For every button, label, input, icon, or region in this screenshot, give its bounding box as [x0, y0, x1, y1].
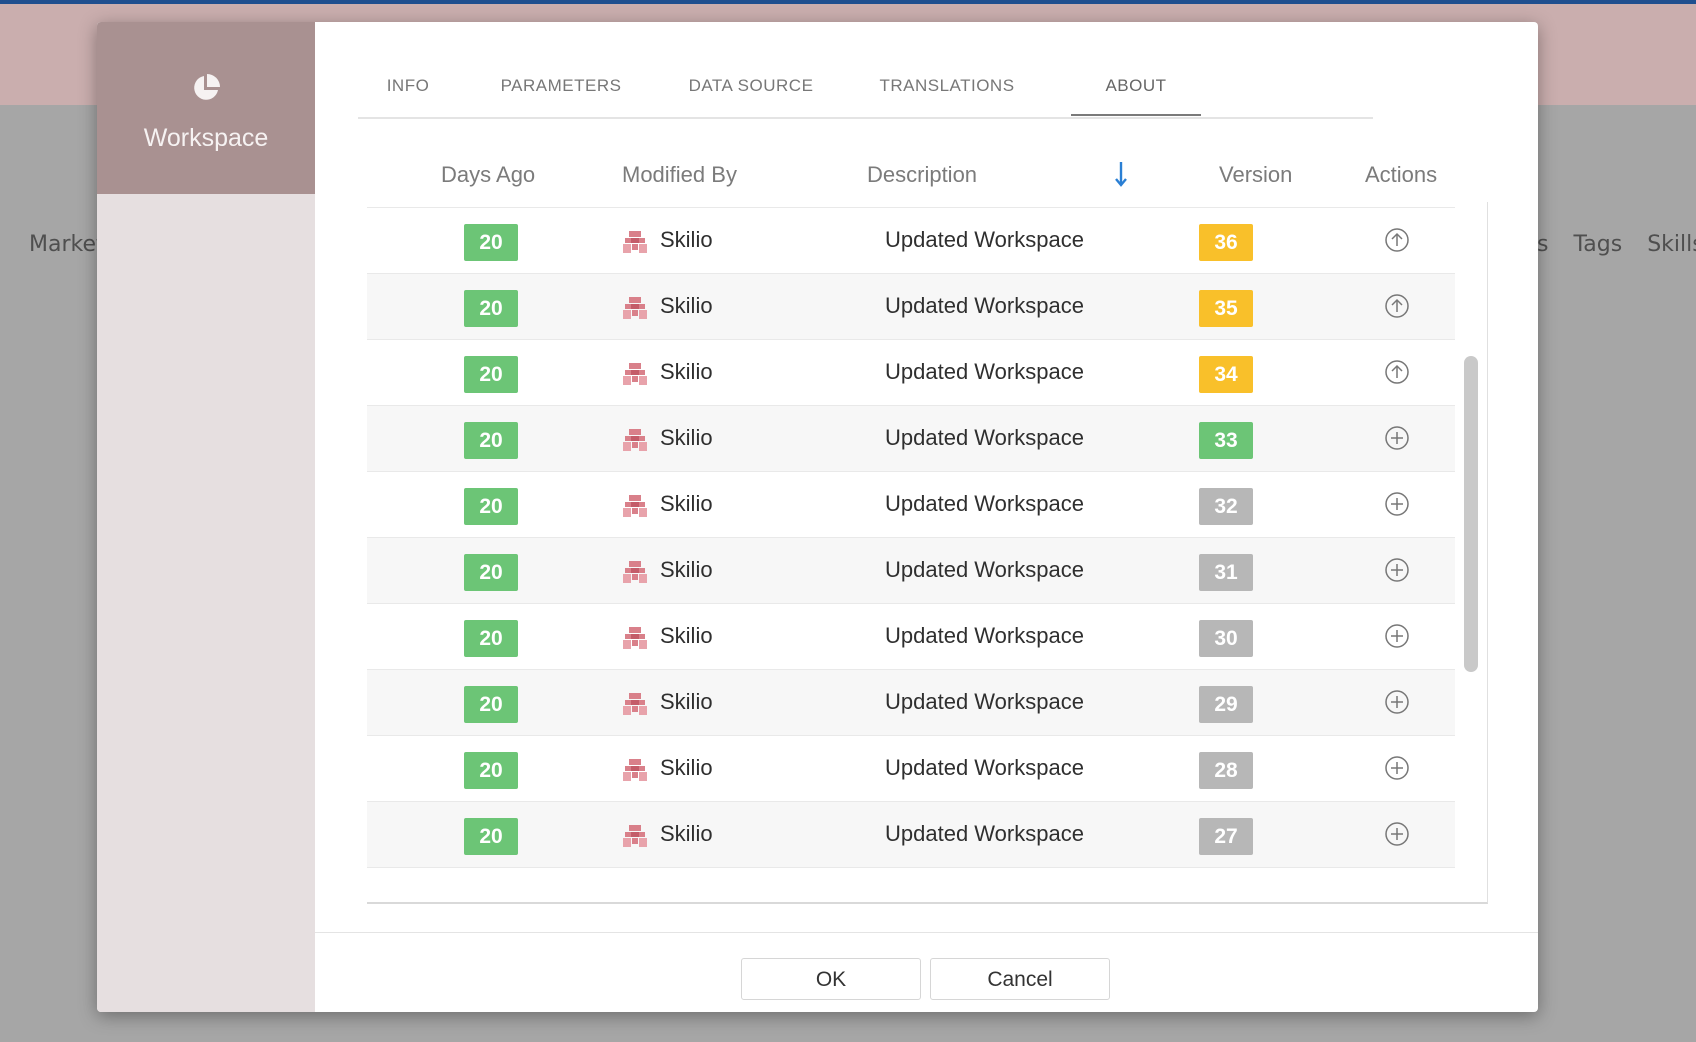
circle-plus-icon[interactable] [1384, 425, 1410, 451]
modified-by-name: Skilio [660, 689, 713, 714]
sort-down-arrow-icon[interactable] [1114, 159, 1128, 189]
tab-data-source[interactable]: DATA SOURCE [676, 76, 826, 116]
version-badge: 27 [1199, 818, 1253, 855]
description-text: Updated Workspace [885, 227, 1084, 252]
modified-by-name: Skilio [660, 227, 713, 252]
description-text: Updated Workspace [885, 557, 1084, 582]
sidebar-header: Workspace [97, 22, 315, 194]
modified-by-name: Skilio [660, 557, 713, 582]
days-ago-badge: 20 [464, 818, 518, 855]
column-header-modified-by[interactable]: Modified By [622, 162, 737, 188]
user-avatar-icon [622, 559, 648, 585]
days-ago-badge: 20 [464, 620, 518, 657]
modified-by-name: Skilio [660, 293, 713, 318]
circle-plus-icon[interactable] [1384, 689, 1410, 715]
version-badge: 34 [1199, 356, 1253, 393]
history-table[interactable]: 20 Skilio Updated Workspace 36 20 Skilio Updat… [367, 202, 1488, 904]
tab-about[interactable]: ABOUT [1071, 76, 1201, 116]
table-row[interactable]: 20 Skilio Updated Workspace 32 [367, 472, 1457, 538]
version-badge: 28 [1199, 752, 1253, 789]
modified-by-name: Skilio [660, 623, 713, 648]
table-row[interactable]: 20 Skilio Updated Workspace 30 [367, 604, 1457, 670]
modified-by-name: Skilio [660, 755, 713, 780]
circle-arrow-up-icon[interactable] [1384, 293, 1410, 319]
user-avatar-icon [622, 229, 648, 255]
table-row[interactable]: 20 Skilio Updated Workspace 34 [367, 340, 1457, 406]
dialog-tabs: INFO PARAMETERS DATA SOURCE TRANSLATIONS… [358, 64, 1373, 119]
circle-arrow-up-icon[interactable] [1384, 359, 1410, 385]
modified-by-name: Skilio [660, 821, 713, 846]
days-ago-badge: 20 [464, 422, 518, 459]
user-avatar-icon [622, 361, 648, 387]
table-row[interactable]: 20 Skilio Updated Workspace 35 [367, 274, 1457, 340]
description-text: Updated Workspace [885, 425, 1084, 450]
app-background: Market ools Tags Skills Workspace INFO P… [0, 0, 1696, 1042]
days-ago-badge: 20 [464, 290, 518, 327]
modified-by-name: Skilio [660, 359, 713, 384]
user-avatar-icon [622, 691, 648, 717]
column-header-description[interactable]: Description [867, 162, 977, 188]
table-row[interactable]: 20 Skilio Updated Workspace 28 [367, 736, 1457, 802]
background-nav-item: Skills [1647, 232, 1696, 257]
user-avatar-icon [622, 823, 648, 849]
circle-plus-icon[interactable] [1384, 623, 1410, 649]
background-nav-item: Market [29, 232, 105, 257]
days-ago-badge: 20 [464, 686, 518, 723]
table-row[interactable]: 20 Skilio Updated Workspace 36 [367, 208, 1457, 274]
description-text: Updated Workspace [885, 491, 1084, 516]
user-avatar-icon [622, 625, 648, 651]
circle-plus-icon[interactable] [1384, 491, 1410, 517]
table-row[interactable]: 20 Skilio Updated Workspace 31 [367, 538, 1457, 604]
description-text: Updated Workspace [885, 359, 1084, 384]
dialog-footer: OK Cancel [315, 932, 1538, 1012]
circle-plus-icon[interactable] [1384, 821, 1410, 847]
pie-chart-icon [194, 74, 220, 100]
user-avatar-icon [622, 493, 648, 519]
circle-arrow-up-icon[interactable] [1384, 227, 1410, 253]
days-ago-badge: 20 [464, 356, 518, 393]
table-row[interactable]: 20 Skilio Updated Workspace 29 [367, 670, 1457, 736]
days-ago-badge: 20 [464, 488, 518, 525]
days-ago-badge: 20 [464, 224, 518, 261]
version-badge: 36 [1199, 224, 1253, 261]
version-badge: 30 [1199, 620, 1253, 657]
dialog-sidebar: Workspace [97, 22, 315, 1012]
version-badge: 29 [1199, 686, 1253, 723]
scrollbar-thumb[interactable] [1464, 356, 1478, 672]
circle-plus-icon[interactable] [1384, 755, 1410, 781]
column-header-version[interactable]: Version [1219, 162, 1292, 188]
description-text: Updated Workspace [885, 293, 1084, 318]
sidebar-title: Workspace [143, 124, 269, 152]
version-badge: 35 [1199, 290, 1253, 327]
modified-by-name: Skilio [660, 425, 713, 450]
version-badge: 33 [1199, 422, 1253, 459]
version-badge: 31 [1199, 554, 1253, 591]
tab-translations[interactable]: TRANSLATIONS [858, 76, 1036, 116]
column-header-days-ago[interactable]: Days Ago [441, 162, 535, 188]
description-text: Updated Workspace [885, 755, 1084, 780]
column-header-actions: Actions [1365, 162, 1438, 187]
tab-info[interactable]: INFO [358, 76, 458, 116]
description-text: Updated Workspace [885, 821, 1084, 846]
description-text: Updated Workspace [885, 623, 1084, 648]
days-ago-badge: 20 [464, 752, 518, 789]
modified-by-name: Skilio [660, 491, 713, 516]
user-avatar-icon [622, 427, 648, 453]
user-avatar-icon [622, 295, 648, 321]
circle-plus-icon[interactable] [1384, 557, 1410, 583]
description-text: Updated Workspace [885, 689, 1084, 714]
user-avatar-icon [622, 757, 648, 783]
cancel-button[interactable]: Cancel [930, 958, 1110, 1000]
workspace-dialog: Workspace INFO PARAMETERS DATA SOURCE TR… [97, 22, 1538, 1012]
version-badge: 32 [1199, 488, 1253, 525]
background-nav-item: Tags [1573, 232, 1623, 257]
ok-button[interactable]: OK [741, 958, 921, 1000]
tab-parameters[interactable]: PARAMETERS [486, 76, 636, 116]
days-ago-badge: 20 [464, 554, 518, 591]
table-row[interactable]: 20 Skilio Updated Workspace 33 [367, 406, 1457, 472]
table-row[interactable]: 20 Skilio Updated Workspace 27 [367, 802, 1457, 868]
